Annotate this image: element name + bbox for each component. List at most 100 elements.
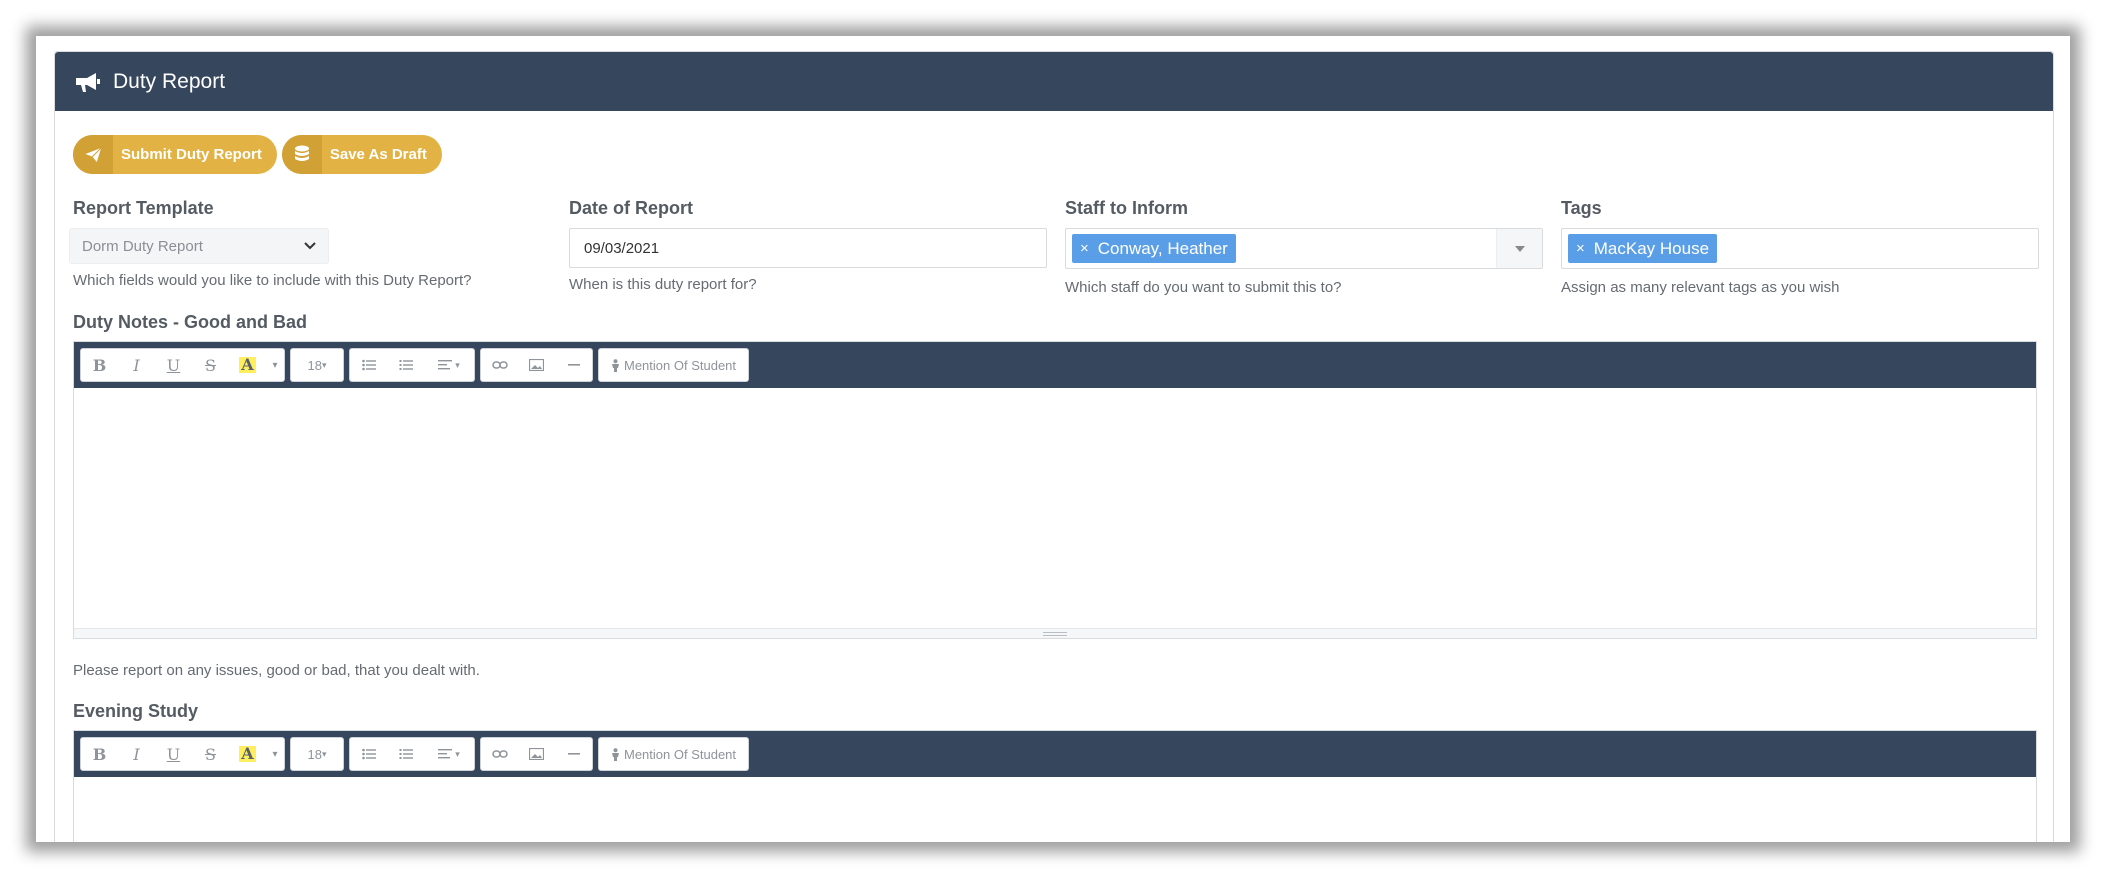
horizontal-rule-button[interactable] bbox=[555, 738, 592, 770]
font-size-group: 18 ▾ bbox=[290, 737, 344, 771]
evening-study-label: Evening Study bbox=[73, 701, 199, 721]
tags-input[interactable]: × MacKay House bbox=[1561, 228, 2039, 269]
highlight-label: A bbox=[239, 744, 256, 763]
date-of-report-label: Date of Report bbox=[569, 198, 694, 218]
save-as-draft-label: Save As Draft bbox=[329, 146, 427, 163]
underline-button[interactable]: U bbox=[155, 349, 192, 381]
chevron-down-icon bbox=[304, 242, 316, 250]
editor-toolbar: B I U S A ▾ 18 ▾ ▾ Mention Of Student bbox=[74, 342, 2036, 388]
horizontal-rule-icon bbox=[567, 753, 580, 755]
highlight-button[interactable]: A bbox=[229, 349, 266, 381]
italic-button[interactable]: I bbox=[118, 349, 155, 381]
action-buttons: Submit Duty Report Save As Draft bbox=[73, 135, 442, 174]
horizontal-rule-button[interactable] bbox=[555, 349, 592, 381]
staff-to-inform-field: Staff to Inform × Conway, Heather Which … bbox=[1065, 198, 1545, 296]
save-as-draft-button[interactable]: Save As Draft bbox=[281, 135, 442, 174]
font-size-button[interactable]: 18 ▾ bbox=[291, 349, 343, 381]
image-button[interactable] bbox=[518, 349, 555, 381]
highlight-button[interactable]: A bbox=[229, 738, 266, 770]
staff-dropdown-toggle[interactable] bbox=[1496, 229, 1542, 268]
duty-notes-content-area[interactable] bbox=[74, 388, 2036, 628]
bullet-list-icon bbox=[361, 359, 376, 371]
report-template-label: Report Template bbox=[73, 198, 214, 218]
remove-chip-icon[interactable]: × bbox=[1576, 240, 1585, 257]
highlight-dropdown[interactable]: ▾ bbox=[266, 738, 284, 770]
mention-student-label: Mention Of Student bbox=[624, 357, 737, 373]
mention-group: Mention Of Student bbox=[598, 737, 750, 771]
link-icon bbox=[491, 750, 508, 758]
duty-notes-help: Please report on any issues, good or bad… bbox=[73, 662, 480, 679]
image-icon bbox=[529, 748, 544, 760]
mention-student-button[interactable]: Mention Of Student bbox=[599, 349, 748, 381]
mention-group: Mention Of Student bbox=[598, 348, 750, 382]
panel-header: Duty Report bbox=[55, 52, 2053, 111]
tag-chip: × MacKay House bbox=[1568, 234, 1718, 263]
strikethrough-button[interactable]: S bbox=[192, 738, 229, 770]
megaphone-icon bbox=[76, 72, 100, 92]
insert-group bbox=[480, 737, 593, 771]
report-template-field: Report Template Dorm Duty Report Which f… bbox=[69, 198, 553, 289]
duty-report-panel: Duty Report Submit Duty Report Save As D… bbox=[54, 51, 2054, 842]
italic-button[interactable]: I bbox=[118, 738, 155, 770]
numbered-list-button[interactable] bbox=[387, 738, 424, 770]
bullet-list-icon bbox=[361, 748, 376, 760]
remove-chip-icon[interactable]: × bbox=[1080, 240, 1089, 257]
editor-resize-handle[interactable] bbox=[74, 628, 2036, 638]
tag-chip-label: MacKay House bbox=[1593, 238, 1710, 258]
staff-to-inform-input[interactable]: × Conway, Heather bbox=[1065, 228, 1543, 269]
app-window: Duty Report Submit Duty Report Save As D… bbox=[36, 36, 2070, 842]
date-of-report-field: Date of Report 09/03/2021 When is this d… bbox=[569, 198, 1049, 293]
numbered-list-icon bbox=[399, 749, 413, 759]
insert-group bbox=[480, 348, 593, 382]
font-size-button[interactable]: 18 ▾ bbox=[291, 738, 343, 770]
student-icon bbox=[612, 747, 619, 761]
highlight-label: A bbox=[239, 355, 256, 374]
bullet-list-button[interactable] bbox=[350, 349, 387, 381]
font-size-value: 18 bbox=[307, 746, 322, 762]
resize-grip-icon bbox=[1043, 631, 1067, 636]
align-button[interactable]: ▾ bbox=[424, 738, 474, 770]
bold-button[interactable]: B bbox=[81, 349, 118, 381]
duty-notes-label: Duty Notes - Good and Bad bbox=[73, 312, 307, 332]
bold-button[interactable]: B bbox=[81, 738, 118, 770]
date-of-report-help: When is this duty report for? bbox=[569, 276, 757, 293]
strikethrough-button[interactable]: S bbox=[192, 349, 229, 381]
link-button[interactable] bbox=[481, 349, 518, 381]
list-group: ▾ bbox=[349, 348, 475, 382]
submit-duty-report-label: Submit Duty Report bbox=[121, 146, 262, 163]
staff-to-inform-help: Which staff do you want to submit this t… bbox=[1065, 279, 1342, 296]
numbered-list-icon bbox=[399, 360, 413, 370]
report-template-select[interactable]: Dorm Duty Report bbox=[69, 228, 329, 264]
tags-field: Tags × MacKay House Assign as many relev… bbox=[1561, 198, 2041, 296]
student-icon bbox=[612, 358, 619, 372]
staff-chip-label: Conway, Heather bbox=[1097, 238, 1228, 258]
tags-label: Tags bbox=[1561, 198, 1602, 218]
evening-study-editor: B I U S A ▾ 18 ▾ ▾ Mention Of Student bbox=[73, 730, 2037, 842]
submit-duty-report-button[interactable]: Submit Duty Report bbox=[73, 135, 277, 174]
font-size-value: 18 bbox=[307, 357, 322, 373]
paper-plane-icon bbox=[73, 135, 113, 174]
format-group: B I U S A ▾ bbox=[80, 348, 285, 382]
page-title: Duty Report bbox=[113, 69, 226, 93]
report-template-value: Dorm Duty Report bbox=[82, 237, 203, 255]
image-button[interactable] bbox=[518, 738, 555, 770]
evening-study-content-area[interactable] bbox=[74, 777, 2036, 842]
list-group: ▾ bbox=[349, 737, 475, 771]
link-button[interactable] bbox=[481, 738, 518, 770]
caret-down-icon bbox=[1514, 245, 1525, 252]
bullet-list-button[interactable] bbox=[350, 738, 387, 770]
horizontal-rule-icon bbox=[567, 364, 580, 366]
report-template-help: Which fields would you like to include w… bbox=[73, 272, 472, 289]
mention-student-button[interactable]: Mention Of Student bbox=[599, 738, 748, 770]
staff-to-inform-label: Staff to Inform bbox=[1065, 198, 1188, 218]
align-button[interactable]: ▾ bbox=[424, 349, 474, 381]
mention-student-label: Mention Of Student bbox=[624, 746, 737, 762]
highlight-dropdown[interactable]: ▾ bbox=[266, 349, 284, 381]
numbered-list-button[interactable] bbox=[387, 349, 424, 381]
align-left-icon bbox=[438, 749, 453, 759]
date-of-report-input[interactable]: 09/03/2021 bbox=[569, 228, 1047, 268]
format-group: B I U S A ▾ bbox=[80, 737, 285, 771]
underline-button[interactable]: U bbox=[155, 738, 192, 770]
staff-chip: × Conway, Heather bbox=[1072, 234, 1236, 263]
tags-help: Assign as many relevant tags as you wish bbox=[1561, 279, 1840, 296]
